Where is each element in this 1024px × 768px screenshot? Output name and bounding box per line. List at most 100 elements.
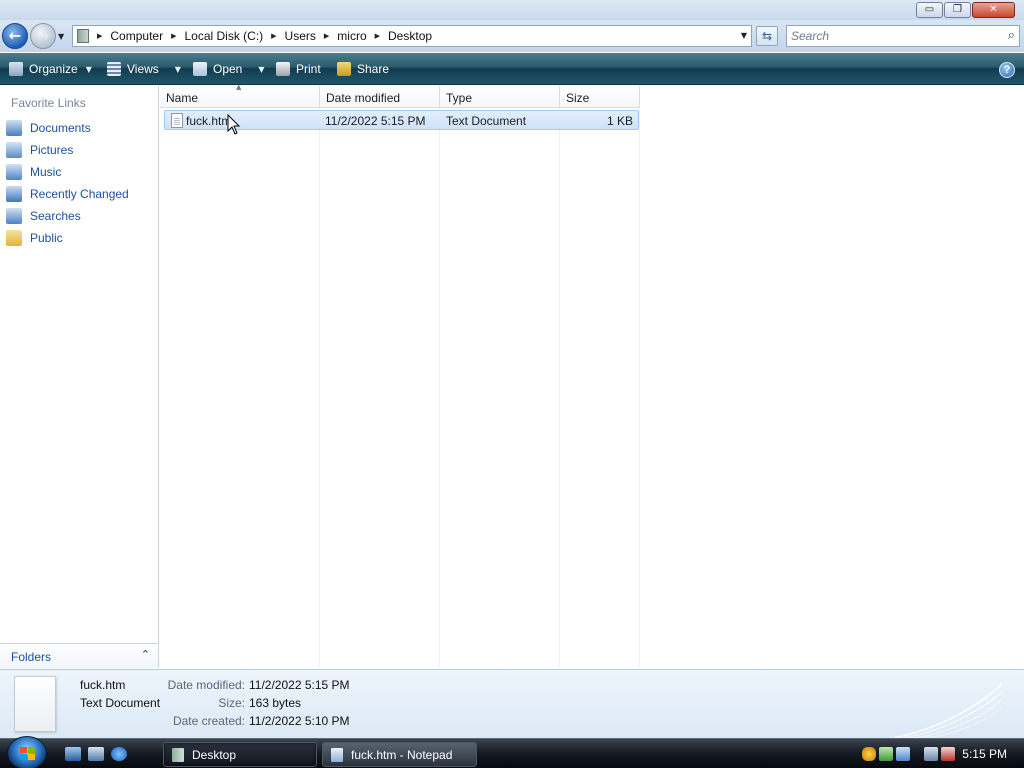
views-label: Views bbox=[127, 62, 159, 76]
column-divider bbox=[559, 108, 560, 668]
breadcrumb-item-users[interactable]: Users bbox=[285, 29, 316, 43]
share-label: Share bbox=[357, 62, 390, 76]
column-header-label: Size bbox=[566, 91, 590, 105]
network-disconnected-icon[interactable] bbox=[924, 747, 938, 761]
taskbar-item-notepad[interactable]: fuck.htm - Notepad bbox=[322, 742, 477, 767]
chevron-down-icon: ▼ bbox=[258, 64, 265, 74]
network-icon[interactable] bbox=[896, 747, 910, 761]
favorite-links-heading: Favorite Links bbox=[11, 96, 86, 110]
breadcrumb-separator-icon[interactable]: ▶ bbox=[375, 32, 380, 40]
back-button[interactable]: ← bbox=[2, 23, 28, 49]
breadcrumb: ▶ Computer ▶ Local Disk (C:) ▶ Users ▶ m… bbox=[89, 29, 432, 43]
breadcrumb-item-micro[interactable]: micro bbox=[337, 29, 366, 43]
forward-arrow-icon: → bbox=[36, 26, 50, 45]
search-icon[interactable]: ⌕ bbox=[1008, 28, 1015, 43]
breadcrumb-item-desktop[interactable]: Desktop bbox=[388, 29, 432, 43]
text-document-icon bbox=[171, 113, 183, 128]
organize-button[interactable]: Organize ▼ bbox=[9, 53, 92, 85]
recently-changed-icon bbox=[6, 186, 22, 202]
details-value-date-modified: 11/2/2022 5:15 PM bbox=[249, 678, 350, 692]
details-label-date-modified: Date modified: bbox=[167, 678, 245, 692]
column-header-label: Type bbox=[446, 91, 473, 105]
breadcrumb-item-computer[interactable]: Computer bbox=[110, 29, 163, 43]
forward-button[interactable]: → bbox=[30, 23, 56, 49]
show-desktop-icon[interactable] bbox=[65, 747, 81, 761]
file-name: fuck.htm bbox=[186, 114, 232, 128]
help-button[interactable]: ? bbox=[999, 62, 1015, 78]
details-label-date-created: Date created: bbox=[172, 714, 245, 728]
volume-muted-icon[interactable] bbox=[941, 747, 955, 761]
task-label: fuck.htm - Notepad bbox=[351, 747, 453, 762]
minimize-icon: ▭ bbox=[924, 4, 935, 15]
folder-icon bbox=[172, 747, 184, 762]
printer-icon bbox=[276, 62, 290, 76]
column-header-name[interactable]: ▲ Name bbox=[160, 83, 320, 108]
column-divider bbox=[319, 108, 320, 668]
share-button[interactable]: Share bbox=[337, 53, 389, 85]
breadcrumb-separator-icon[interactable]: ▶ bbox=[97, 32, 102, 40]
breadcrumb-separator-icon[interactable]: ▶ bbox=[271, 32, 276, 40]
column-header-label: Date modified bbox=[326, 91, 401, 105]
security-shield-icon[interactable] bbox=[862, 747, 876, 761]
print-label: Print bbox=[296, 62, 321, 76]
decorative-swoosh bbox=[894, 683, 1003, 738]
chevron-down-icon: ▼ bbox=[85, 64, 92, 74]
address-bar[interactable]: ▶ Computer ▶ Local Disk (C:) ▶ Users ▶ m… bbox=[72, 25, 752, 47]
breadcrumb-separator-icon[interactable]: ▶ bbox=[324, 32, 329, 40]
text-document-large-icon bbox=[14, 676, 56, 732]
chevron-down-icon: ▼ bbox=[174, 64, 181, 74]
nav-link-label: Music bbox=[30, 165, 62, 179]
column-header-size[interactable]: Size bbox=[560, 86, 640, 108]
close-icon: ✕ bbox=[989, 4, 998, 15]
nav-link-recently-changed[interactable]: Recently Changed bbox=[6, 183, 129, 205]
internet-explorer-icon[interactable] bbox=[111, 747, 127, 761]
nav-link-music[interactable]: Music bbox=[6, 161, 129, 183]
clock[interactable]: 5:15 PM bbox=[962, 747, 1007, 761]
close-button[interactable]: ✕ bbox=[972, 2, 1015, 18]
command-bar: Organize ▼ Views ▼ Open ▼ Print Share ? bbox=[0, 53, 1024, 85]
nav-link-searches[interactable]: Searches bbox=[6, 205, 129, 227]
column-header-date-modified[interactable]: Date modified bbox=[320, 86, 440, 108]
file-list: ▲ Name Date modified Type Size fuck.htm … bbox=[160, 83, 1024, 668]
views-icon bbox=[107, 62, 121, 76]
chevron-up-icon: ⌃ bbox=[140, 648, 150, 661]
search-input[interactable] bbox=[791, 26, 991, 46]
folder-icon bbox=[77, 29, 89, 43]
refresh-button[interactable]: ⇆ bbox=[756, 26, 778, 46]
taskbar-item-desktop[interactable]: Desktop bbox=[163, 742, 317, 767]
system-tray: 5:15 PM bbox=[852, 739, 1024, 768]
sort-ascending-icon: ▲ bbox=[236, 83, 242, 91]
music-icon bbox=[6, 164, 22, 180]
notepad-icon bbox=[331, 747, 343, 762]
column-divider bbox=[639, 108, 640, 668]
public-folder-icon bbox=[6, 230, 22, 246]
file-size: 1 KB bbox=[606, 114, 633, 128]
search-box[interactable]: ⌕ bbox=[786, 25, 1020, 47]
details-file-name: fuck.htm bbox=[80, 678, 126, 692]
back-arrow-icon: ← bbox=[8, 26, 22, 45]
views-button[interactable]: Views ▼ bbox=[107, 53, 181, 85]
start-button[interactable] bbox=[7, 736, 47, 768]
breadcrumb-item-local-disk[interactable]: Local Disk (C:) bbox=[184, 29, 263, 43]
restore-button[interactable]: ❐ bbox=[944, 2, 971, 18]
address-history-dropdown-icon[interactable]: ▼ bbox=[741, 31, 747, 40]
breadcrumb-separator-icon[interactable]: ▶ bbox=[171, 32, 176, 40]
file-type: Text Document bbox=[446, 114, 527, 128]
recent-pages-dropdown-icon[interactable]: ▼ bbox=[58, 32, 64, 41]
folders-toggle[interactable]: Folders ⌃ bbox=[0, 643, 158, 668]
column-header-label: Name bbox=[166, 91, 199, 105]
window-controls: ▭ ❐ ✕ bbox=[916, 2, 1015, 18]
nav-link-pictures[interactable]: Pictures bbox=[6, 139, 129, 161]
nav-link-label: Recently Changed bbox=[30, 187, 129, 201]
pictures-icon bbox=[6, 142, 22, 158]
column-header-type[interactable]: Type bbox=[440, 86, 560, 108]
safely-remove-icon[interactable] bbox=[879, 747, 893, 761]
favorite-links-list: Documents Pictures Music Recently Change… bbox=[6, 117, 129, 249]
open-button[interactable]: Open ▼ bbox=[193, 53, 265, 85]
print-button[interactable]: Print bbox=[276, 53, 321, 85]
nav-link-public[interactable]: Public bbox=[6, 227, 129, 249]
minimize-button[interactable]: ▭ bbox=[916, 2, 943, 18]
nav-link-documents[interactable]: Documents bbox=[6, 117, 129, 139]
switch-windows-icon[interactable] bbox=[88, 747, 104, 761]
organize-icon bbox=[9, 62, 23, 76]
